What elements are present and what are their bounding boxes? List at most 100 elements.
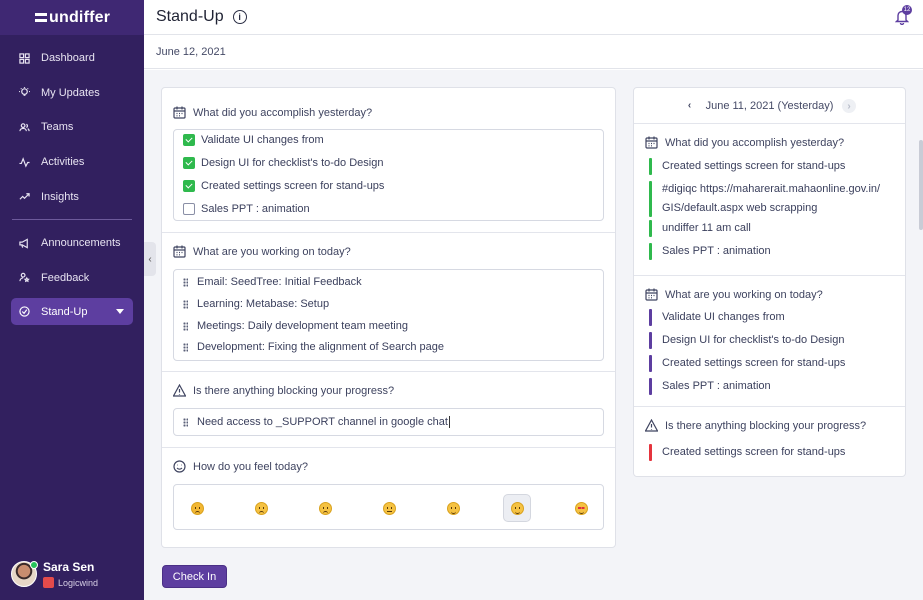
chevron-right-icon[interactable]: › bbox=[842, 99, 856, 113]
previous-done-item: Sales PPT : animation bbox=[649, 242, 899, 261]
drag-handle-icon[interactable] bbox=[183, 299, 188, 309]
bulb-icon bbox=[19, 87, 30, 97]
mood-option-tired[interactable] bbox=[183, 494, 211, 522]
previous-today-item: Sales PPT : animation bbox=[649, 377, 899, 396]
scrollbar[interactable] bbox=[919, 140, 923, 230]
standup-form: What did you accomplish yesterday? Valid… bbox=[161, 87, 616, 548]
drag-handle-icon[interactable] bbox=[183, 417, 188, 427]
drag-handle-icon[interactable] bbox=[183, 277, 188, 287]
status-bar bbox=[649, 378, 652, 395]
task-item[interactable]: Email: SeedTree: Initial Feedback bbox=[183, 276, 362, 288]
status-bar bbox=[649, 158, 652, 175]
previous-item-text: Created settings screen for stand-ups bbox=[662, 357, 846, 369]
slight-smile-icon bbox=[446, 501, 460, 515]
logo-text: undiffer bbox=[49, 8, 111, 26]
sidebar-collapse-button[interactable]: ‹ bbox=[144, 242, 156, 276]
sidebar-item-label: Announcements bbox=[41, 237, 121, 250]
mood-option-content[interactable] bbox=[439, 494, 467, 522]
chevron-down-icon[interactable] bbox=[116, 309, 124, 315]
mood-option-love[interactable] bbox=[567, 494, 595, 522]
heart-eyes-icon bbox=[574, 501, 588, 515]
sidebar-item-label: Dashboard bbox=[41, 52, 95, 65]
checkbox-checked[interactable] bbox=[183, 134, 195, 146]
mood-option-frustrated[interactable] bbox=[247, 494, 275, 522]
previous-today-question: What are you working on today? bbox=[665, 288, 823, 301]
checkbox-unchecked[interactable] bbox=[183, 203, 195, 215]
status-bar bbox=[649, 332, 652, 349]
task-item[interactable]: Meetings: Daily development team meeting bbox=[183, 320, 408, 332]
checkbox-checked[interactable] bbox=[183, 180, 195, 192]
sidebar-item-label: Activities bbox=[41, 156, 85, 169]
checklist-item[interactable]: Design UI for checklist's to-do Design bbox=[183, 157, 383, 169]
mood-option-happy[interactable] bbox=[503, 494, 531, 522]
yesterday-section: What did you accomplish yesterday? Valid… bbox=[162, 88, 615, 233]
feedback-icon bbox=[19, 273, 30, 283]
header: Stand-Up i 12 bbox=[144, 0, 923, 35]
activity-icon bbox=[19, 156, 30, 168]
chevron-left-icon[interactable]: ‹ bbox=[684, 100, 695, 111]
drag-handle-icon[interactable] bbox=[183, 321, 188, 331]
previous-blocker-item: Created settings screen for stand-ups bbox=[649, 443, 899, 462]
sidebar-item-label: My Updates bbox=[41, 86, 100, 99]
notification-badge: 12 bbox=[902, 5, 912, 15]
sidebar-item-my-updates[interactable]: My Updates bbox=[0, 76, 144, 111]
checklist-item[interactable]: Validate UI changes from bbox=[183, 134, 324, 146]
users-icon bbox=[19, 123, 30, 132]
sidebar-item-announcements[interactable]: Announcements bbox=[0, 226, 144, 261]
notifications-button[interactable]: 12 bbox=[894, 5, 912, 26]
status-bar bbox=[649, 181, 652, 217]
today-section: What are you working on today? Email: Se… bbox=[162, 233, 615, 372]
blocking-section: Is there anything blocking your progress… bbox=[162, 372, 615, 448]
previous-item-text: Validate UI changes from bbox=[662, 311, 785, 323]
status-bar bbox=[649, 355, 652, 372]
blocking-input[interactable]: Need access to _SUPPORT channel in googl… bbox=[173, 408, 604, 436]
calendar-icon bbox=[645, 136, 658, 149]
sidebar-item-activities[interactable]: Activities bbox=[0, 145, 144, 180]
task-item[interactable]: Development: Fixing the alignment of Sea… bbox=[183, 341, 444, 353]
user-profile[interactable]: Sara Sen Logicwind bbox=[11, 560, 98, 588]
status-bar bbox=[649, 220, 652, 237]
sidebar-item-stand-up[interactable]: Stand-Up bbox=[11, 298, 133, 326]
previous-blocking-question: Is there anything blocking your progress… bbox=[665, 419, 867, 432]
frustrated-face-icon bbox=[254, 501, 268, 515]
mood-option-confused[interactable] bbox=[311, 494, 339, 522]
smile-face-icon bbox=[510, 501, 524, 515]
checklist-item[interactable]: Sales PPT : animation bbox=[183, 203, 310, 215]
sidebar-item-label: Feedback bbox=[41, 271, 90, 284]
drag-handle-icon[interactable] bbox=[183, 342, 188, 352]
mood-option-neutral[interactable] bbox=[375, 494, 403, 522]
sidebar-item-dashboard[interactable]: Dashboard bbox=[0, 41, 144, 76]
task-text: Email: SeedTree: Initial Feedback bbox=[197, 276, 362, 288]
previous-standup: ‹ June 11, 2021 (Yesterday) › What did y… bbox=[633, 87, 906, 477]
company-logo-icon bbox=[43, 577, 54, 588]
sidebar-item-teams[interactable]: Teams bbox=[0, 110, 144, 145]
check-circle-icon bbox=[19, 306, 30, 317]
info-icon[interactable]: i bbox=[232, 10, 247, 24]
warning-icon bbox=[173, 384, 186, 397]
previous-item-text: Created settings screen for stand-ups bbox=[662, 446, 846, 458]
check-in-button[interactable]: Check In bbox=[162, 565, 227, 588]
previous-item-text: Created settings screen for stand-ups bbox=[662, 160, 846, 172]
sidebar-item-insights[interactable]: Insights bbox=[0, 179, 144, 214]
checklist-item-text: Validate UI changes from bbox=[201, 134, 324, 146]
task-item[interactable]: Learning: Metabase: Setup bbox=[183, 298, 329, 310]
checklist-item-text: Sales PPT : animation bbox=[201, 203, 310, 215]
avatar[interactable] bbox=[11, 561, 38, 587]
sidebar-item-feedback[interactable]: Feedback bbox=[0, 261, 144, 296]
task-text: Development: Fixing the alignment of Sea… bbox=[197, 341, 445, 353]
previous-done-item: undiffer 11 am call bbox=[649, 219, 899, 238]
neutral-face-icon bbox=[382, 501, 396, 515]
app-logo[interactable]: undiffer bbox=[0, 0, 144, 35]
checklist-item[interactable]: Created settings screen for stand-ups bbox=[183, 180, 384, 192]
megaphone-icon bbox=[19, 238, 28, 249]
checkbox-checked[interactable] bbox=[183, 157, 195, 169]
mood-selector bbox=[173, 484, 604, 530]
logo-icon bbox=[35, 13, 47, 22]
status-bar bbox=[649, 309, 652, 326]
yesterday-checklist: Validate UI changes from Design UI for c… bbox=[173, 129, 604, 221]
previous-blocking-section: Is there anything blocking your progress… bbox=[634, 407, 905, 477]
feeling-question: How do you feel today? bbox=[193, 460, 308, 473]
sidebar-nav: Dashboard My Updates Teams Activities In… bbox=[0, 35, 144, 326]
previous-item-text: undiffer 11 am call bbox=[662, 222, 751, 234]
blocking-input-value[interactable]: Need access to _SUPPORT channel in googl… bbox=[197, 416, 448, 428]
